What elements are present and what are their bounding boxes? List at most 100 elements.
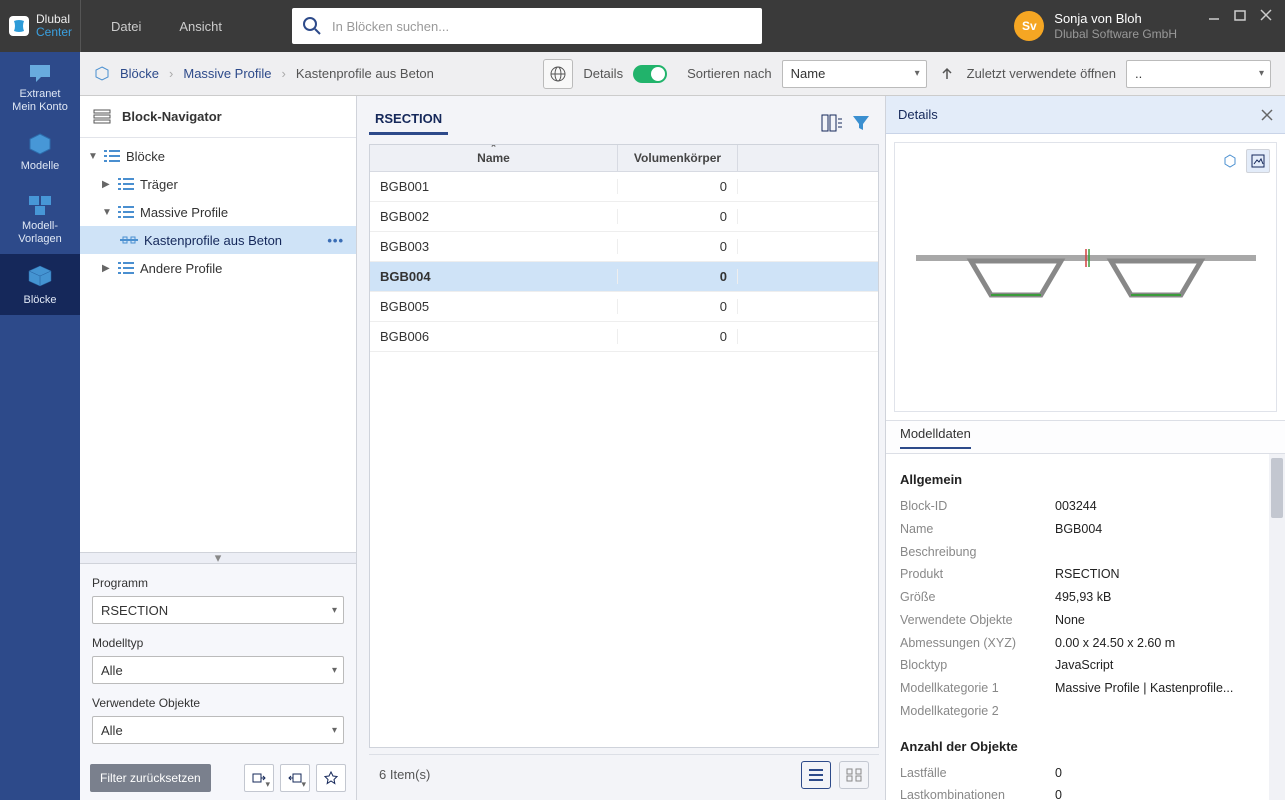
globe-button[interactable] [543, 59, 573, 89]
favorite-button[interactable] [316, 764, 346, 792]
item-count: 6 Item(s) [379, 767, 430, 782]
nav-title: Block-Navigator [122, 109, 222, 124]
table-row[interactable]: BGB0020 [370, 202, 878, 232]
col-name[interactable]: ⌃Name [370, 145, 618, 171]
close-icon [1261, 109, 1273, 121]
list-view-icon [808, 768, 824, 782]
puzzle-in-icon [252, 771, 266, 785]
table-row[interactable]: BGB0040 [370, 262, 878, 292]
window-close-icon[interactable] [1257, 6, 1275, 24]
rail-bloecke[interactable]: Blöcke [0, 254, 80, 315]
cell-name: BGB005 [370, 299, 618, 314]
property-row: Abmessungen (XYZ)0.00 x 24.50 x 2.60 m [900, 632, 1279, 655]
cell-vol: 0 [618, 269, 738, 284]
property-row: BlocktypJavaScript [900, 654, 1279, 677]
filter-program-select[interactable]: RSECTION [92, 596, 344, 624]
tree-kasten[interactable]: Kastenprofile aus Beton ••• [80, 226, 356, 254]
preview-pane [894, 142, 1277, 412]
crumb-bloecke[interactable]: Blöcke [120, 66, 159, 81]
window-maximize-icon[interactable] [1231, 6, 1249, 24]
more-icon[interactable]: ••• [327, 233, 348, 248]
search-box[interactable] [292, 8, 762, 44]
user-name: Sonja von Bloh [1054, 11, 1177, 27]
list-icon [118, 261, 134, 275]
cell-vol: 0 [618, 329, 738, 344]
reset-filter-button[interactable]: Filter zurücksetzen [90, 764, 211, 792]
chat-icon [27, 62, 53, 84]
blocks-icon [26, 264, 54, 290]
filter-modeltype-label: Modelltyp [92, 636, 344, 650]
details-scrollbar[interactable] [1269, 454, 1285, 800]
cell-name: BGB004 [370, 269, 618, 284]
cross-section-preview-icon [916, 247, 1256, 307]
modeldata-tab[interactable]: Modelldaten [900, 426, 971, 449]
cell-name: BGB001 [370, 179, 618, 194]
search-icon [302, 16, 322, 36]
arrow-up-icon [940, 67, 954, 81]
globe-icon [549, 65, 567, 83]
recent-select[interactable]: .. [1126, 60, 1271, 88]
list-tab[interactable]: RSECTION [369, 111, 448, 135]
property-row: Lastkombinationen0 [900, 784, 1279, 800]
tree-andere[interactable]: ▶ Andere Profile [80, 254, 356, 282]
recent-label: Zuletzt verwendete öffnen [967, 66, 1116, 81]
property-row: NameBGB004 [900, 518, 1279, 541]
table-row[interactable]: BGB0060 [370, 322, 878, 352]
cube-outline-icon [1223, 154, 1237, 168]
close-details-button[interactable] [1261, 109, 1273, 121]
table-row[interactable]: BGB0050 [370, 292, 878, 322]
section-objects: Anzahl der Objekte [900, 739, 1279, 754]
tree-bloecke[interactable]: ▼ Blöcke [80, 142, 356, 170]
cell-name: BGB002 [370, 209, 618, 224]
cell-vol: 0 [618, 299, 738, 314]
col-vol[interactable]: Volumenkörper [618, 145, 738, 171]
crumb-massive[interactable]: Massive Profile [183, 66, 271, 81]
filter-usedobj-select[interactable]: Alle [92, 716, 344, 744]
table-row[interactable]: BGB0030 [370, 232, 878, 262]
cell-vol: 0 [618, 179, 738, 194]
cell-vol: 0 [618, 239, 738, 254]
avatar[interactable]: Sv [1014, 11, 1044, 41]
property-row: ProduktRSECTION [900, 563, 1279, 586]
columns-button[interactable] [821, 113, 843, 133]
puzzle-out-icon [288, 771, 302, 785]
table-row[interactable]: BGB0010 [370, 172, 878, 202]
app-logo: Dlubal Center [0, 0, 80, 52]
filter-action2-button[interactable] [280, 764, 310, 792]
tree-massive[interactable]: ▼ Massive Profile [80, 198, 356, 226]
property-row: Verwendete ObjekteNone [900, 609, 1279, 632]
cell-name: BGB006 [370, 329, 618, 344]
property-row: Modellkategorie 1Massive Profile | Kaste… [900, 677, 1279, 700]
section-general: Allgemein [900, 472, 1279, 487]
grid-view-icon [846, 768, 862, 782]
details-title: Details [898, 107, 938, 122]
rail-modelle[interactable]: Modelle [0, 122, 80, 181]
split-handle[interactable]: ▾ [80, 552, 356, 564]
view-list-button[interactable] [801, 761, 831, 789]
filter-usedobj-label: Verwendete Objekte [92, 696, 344, 710]
preview-3d-button[interactable] [1218, 149, 1242, 173]
cell-name: BGB003 [370, 239, 618, 254]
property-row: Beschreibung [900, 541, 1279, 564]
sort-label: Sortieren nach [687, 66, 772, 81]
section-icon [120, 235, 138, 245]
sort-select[interactable]: Name [782, 60, 927, 88]
filter-modeltype-select[interactable]: Alle [92, 656, 344, 684]
menu-file[interactable]: Datei [111, 19, 141, 34]
sort-direction-button[interactable] [937, 59, 957, 89]
cube-icon [27, 132, 53, 156]
menu-view[interactable]: Ansicht [179, 19, 222, 34]
crumb-kasten: Kastenprofile aus Beton [296, 66, 434, 81]
window-minimize-icon[interactable] [1205, 6, 1223, 24]
rail-vorlagen[interactable]: Modell- Vorlagen [0, 182, 80, 254]
view-grid-button[interactable] [839, 761, 869, 789]
cell-vol: 0 [618, 209, 738, 224]
filter-action1-button[interactable] [244, 764, 274, 792]
preview-image-button[interactable] [1246, 149, 1270, 173]
property-row: Modellkategorie 2 [900, 700, 1279, 723]
rail-extranet[interactable]: Extranet Mein Konto [0, 52, 80, 122]
tree-traeger[interactable]: ▶ Träger [80, 170, 356, 198]
search-input[interactable] [332, 19, 752, 34]
filter-button[interactable] [851, 113, 871, 133]
details-toggle[interactable] [633, 65, 667, 83]
